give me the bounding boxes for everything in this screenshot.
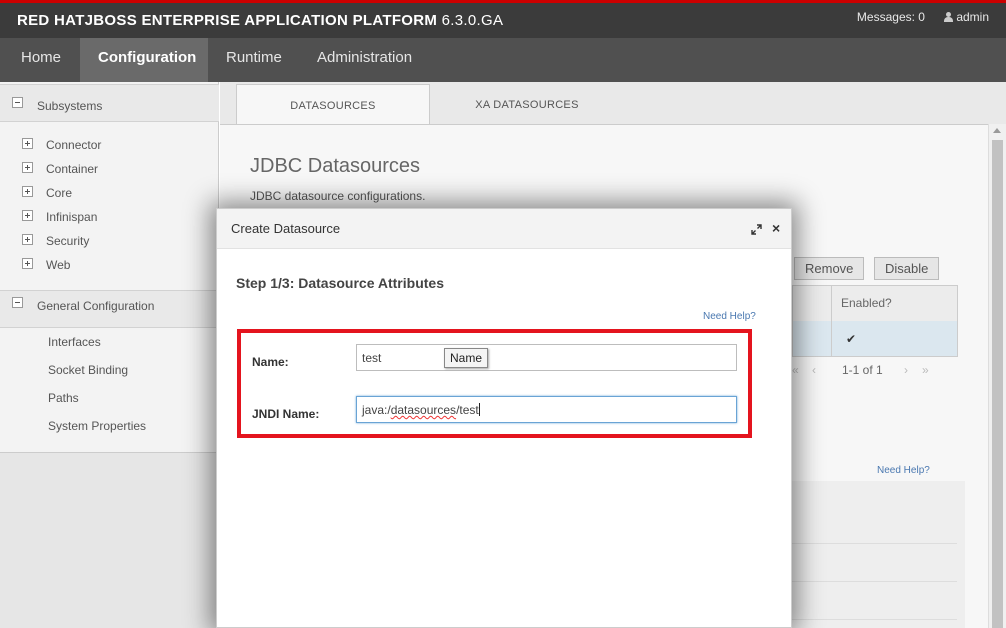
create-datasource-dialog: Create Datasource × Step 1/3: Datasource… (216, 208, 792, 628)
scroll-up-icon[interactable] (993, 128, 1001, 133)
name-value: test (362, 351, 382, 365)
messages-link[interactable]: Messages: 0 (857, 10, 925, 24)
brand-bar: RED HATJBOSS ENTERPRISE APPLICATION PLAT… (0, 0, 1006, 38)
name-label: Name: (252, 355, 289, 369)
dialog-header: Create Datasource × (217, 209, 791, 249)
version-label: 6.3.0.GA (441, 12, 504, 29)
jndi-value-suffix: /test (456, 403, 479, 417)
main-nav: Home Configuration Runtime Administratio… (0, 38, 1006, 82)
nav-home[interactable]: Home (3, 38, 79, 82)
brand-jboss: JBOSS (84, 12, 138, 29)
need-help-link[interactable]: Need Help? (703, 311, 756, 322)
maximize-icon[interactable] (751, 224, 762, 235)
nav-runtime[interactable]: Runtime (208, 38, 300, 82)
dialog-title: Create Datasource (231, 221, 341, 236)
nav-administration[interactable]: Administration (299, 38, 430, 82)
jndi-name-field[interactable]: java:/datasources/test (356, 396, 737, 423)
user-name: admin (956, 10, 989, 24)
jndi-value-misspelled: datasources (390, 403, 457, 417)
user-menu[interactable]: admin (944, 10, 989, 24)
user-icon (944, 12, 954, 22)
name-tooltip: Name (444, 348, 489, 368)
jndi-value-prefix: java:/ (362, 403, 391, 417)
scrollbar[interactable] (988, 124, 1006, 628)
name-field[interactable]: test (356, 344, 737, 371)
close-icon[interactable]: × (772, 221, 780, 235)
product-title: RED HATJBOSS ENTERPRISE APPLICATION PLAT… (17, 12, 503, 29)
brand-eap: ENTERPRISE APPLICATION PLATFORM (137, 12, 438, 29)
nav-configuration[interactable]: Configuration (80, 38, 208, 82)
jndi-name-label: JNDI Name: (252, 407, 320, 421)
text-caret (478, 403, 480, 416)
brand-redhat: RED HAT (17, 12, 85, 29)
header-right: Messages: 0 admin (841, 10, 989, 24)
scroll-thumb[interactable] (992, 140, 1003, 628)
step-title: Step 1/3: Datasource Attributes (236, 275, 444, 291)
